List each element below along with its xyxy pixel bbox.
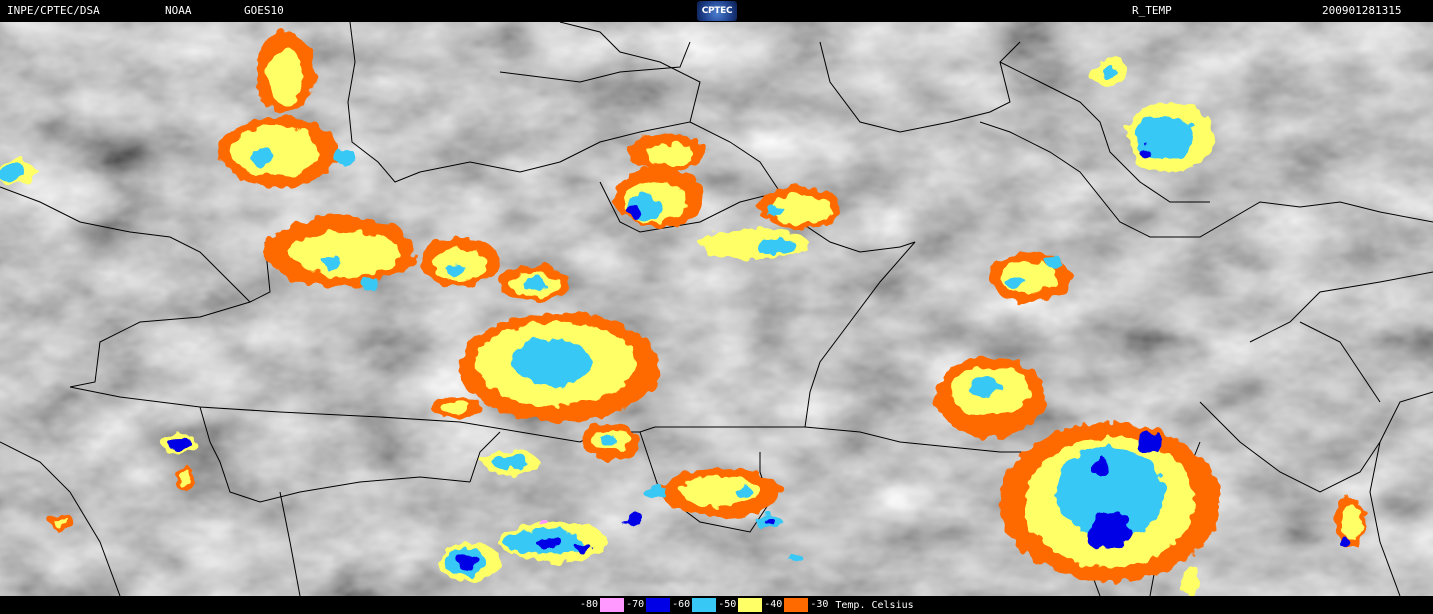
cluster-southeast — [1000, 422, 1220, 582]
legend-label-60: -60 — [670, 598, 693, 612]
header-agency: INPE/CPTEC/DSA — [7, 4, 100, 17]
satellite-image-frame: INPE/CPTEC/DSA NOAA GOES10 CPTEC R_TEMP … — [0, 0, 1433, 614]
cptec-logo: CPTEC — [697, 1, 737, 21]
satellite-map — [0, 22, 1433, 596]
cluster-central — [460, 312, 660, 422]
legend-bar: -80 -70 -60 -50 -40 -30 Temp. Celsius — [0, 596, 1433, 614]
legend-swatch-80 — [600, 598, 625, 612]
image-header: INPE/CPTEC/DSA NOAA GOES10 CPTEC R_TEMP … — [0, 0, 1433, 22]
header-datetime: 200901281315 — [1322, 4, 1402, 17]
satellite-map-svg — [0, 22, 1433, 596]
cluster-east-central — [935, 357, 1045, 437]
legend-label-30: -30 — [808, 598, 831, 612]
temperature-legend: -80 -70 -60 -50 -40 -30 Temp. Celsius — [578, 596, 914, 614]
header-source: NOAA — [165, 4, 192, 17]
legend-label-40: -40 — [762, 598, 785, 612]
legend-label-50: -50 — [716, 598, 739, 612]
legend-unit: Temp. Celsius — [835, 599, 914, 611]
legend-swatch-70 — [646, 598, 671, 612]
legend-label-70: -70 — [624, 598, 647, 612]
legend-label-80: -80 — [578, 598, 601, 612]
header-satellite: GOES10 — [244, 4, 284, 17]
header-product: R_TEMP — [1132, 4, 1172, 17]
legend-swatch-60 — [692, 598, 717, 612]
legend-swatch-40 — [784, 598, 809, 612]
legend-swatch-50 — [738, 598, 763, 612]
